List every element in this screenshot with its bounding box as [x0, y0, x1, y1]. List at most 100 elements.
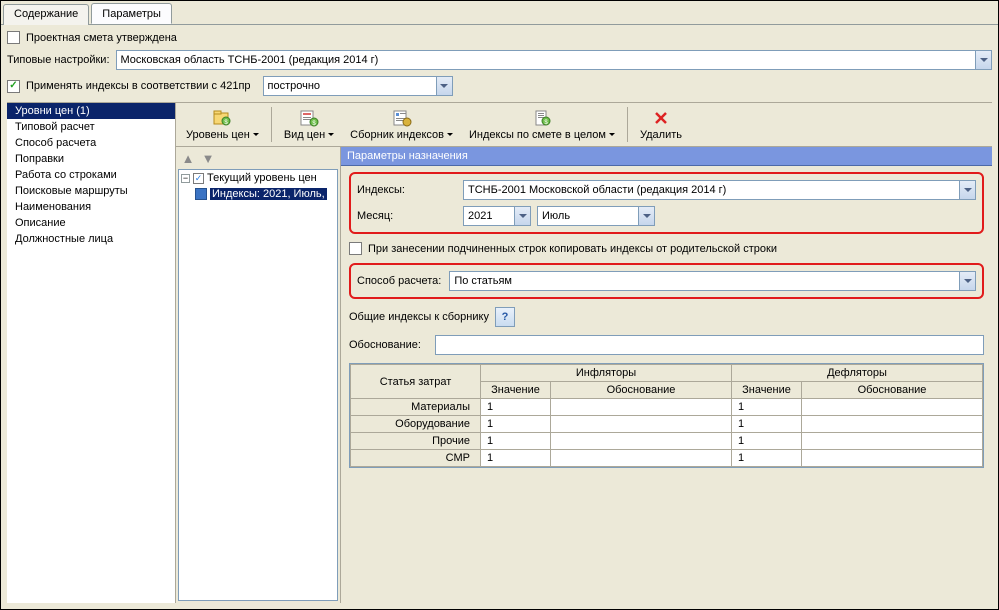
- col-infl-value[interactable]: Значение: [481, 382, 551, 399]
- toolbar-separator: [627, 107, 628, 142]
- col-defl-justif[interactable]: Обоснование: [802, 382, 983, 399]
- chevron-down-icon[interactable]: [638, 207, 654, 225]
- nav-item-officials[interactable]: Должностные лица: [7, 231, 175, 247]
- table-row[interactable]: Оборудование 1 1: [351, 416, 983, 433]
- collapse-icon[interactable]: −: [181, 174, 190, 183]
- row-name: Оборудование: [351, 416, 481, 433]
- nav-item-search-routes[interactable]: Поисковые маршруты: [7, 183, 175, 199]
- nav-item-calc-method[interactable]: Способ расчета: [7, 135, 175, 151]
- toolbar-indexbook-button[interactable]: Сборник индексов: [342, 103, 461, 146]
- col-inflators[interactable]: Инфляторы: [481, 365, 732, 382]
- right-pane: $ Уровень цен $ Вид цен Сборник индексов…: [176, 103, 992, 603]
- calc-method-combo[interactable]: По статьям: [449, 271, 976, 291]
- toolbar-price-level-button[interactable]: $ Уровень цен: [178, 103, 267, 146]
- tree-root-row[interactable]: − Текущий уровень цен: [179, 170, 337, 186]
- cell-defl-just[interactable]: [802, 399, 983, 416]
- copy-indexes-checkbox[interactable]: [349, 242, 362, 255]
- cell-infl-just[interactable]: [551, 416, 732, 433]
- nav-item-rowwork[interactable]: Работа со строками: [7, 167, 175, 183]
- indexes-value: ТСНБ-2001 Московской области (редакция 2…: [468, 184, 959, 196]
- cell-infl-val[interactable]: 1: [481, 433, 551, 450]
- cell-infl-just[interactable]: [551, 433, 732, 450]
- cell-infl-just[interactable]: [551, 450, 732, 467]
- highlight-box-calc-method: Способ расчета: По статьям: [349, 263, 984, 299]
- table-row[interactable]: Прочие 1 1: [351, 433, 983, 450]
- cell-infl-val[interactable]: 1: [481, 416, 551, 433]
- indexes-grid[interactable]: Статья затрат Инфляторы Дефляторы Значен…: [350, 364, 983, 467]
- cell-defl-val[interactable]: 1: [732, 433, 802, 450]
- toolbar-viewtype-button[interactable]: $ Вид цен: [276, 103, 342, 146]
- calc-method-value: По статьям: [454, 275, 959, 287]
- copy-indexes-label: При занесении подчиненных строк копирова…: [368, 243, 777, 255]
- cell-defl-just[interactable]: [802, 416, 983, 433]
- nav-item-typical-calc[interactable]: Типовой расчет: [7, 119, 175, 135]
- help-button[interactable]: ?: [495, 307, 515, 327]
- typical-settings-label: Типовые настройки:: [7, 54, 110, 66]
- cell-defl-just[interactable]: [802, 450, 983, 467]
- col-cost-item[interactable]: Статья затрат: [351, 365, 481, 399]
- typical-settings-value: Московская область ТСНБ-2001 (редакция 2…: [121, 54, 975, 66]
- approved-checkbox[interactable]: [7, 31, 20, 44]
- chevron-down-icon[interactable]: [975, 51, 991, 69]
- tree-root-label: Текущий уровень цен: [207, 172, 317, 184]
- nav-item-price-levels[interactable]: Уровни цен (1): [7, 103, 175, 119]
- toolbar-indexbook-label: Сборник индексов: [350, 129, 444, 141]
- justification-field[interactable]: [435, 335, 984, 355]
- month-value: Июль: [542, 210, 638, 222]
- cell-infl-val[interactable]: 1: [481, 399, 551, 416]
- row-name: Материалы: [351, 399, 481, 416]
- chevron-down-icon: [609, 133, 615, 139]
- toolbar-delete-button[interactable]: Удалить: [632, 103, 690, 146]
- year-value: 2021: [468, 210, 514, 222]
- row-name: СМР: [351, 450, 481, 467]
- params-body: Индексы: ТСНБ-2001 Московской области (р…: [341, 166, 992, 603]
- year-combo[interactable]: 2021: [463, 206, 531, 226]
- delete-icon: [651, 109, 671, 127]
- chevron-down-icon[interactable]: [959, 272, 975, 290]
- cell-defl-val[interactable]: 1: [732, 416, 802, 433]
- month-combo[interactable]: Июль: [537, 206, 655, 226]
- table-row[interactable]: СМР 1 1: [351, 450, 983, 467]
- apply-mode-value: построчно: [268, 80, 436, 92]
- chevron-down-icon: [328, 133, 334, 139]
- approved-label: Проектная смета утверждена: [26, 32, 177, 44]
- chevron-down-icon[interactable]: [959, 181, 975, 199]
- nav-item-corrections[interactable]: Поправки: [7, 151, 175, 167]
- col-infl-justif[interactable]: Обоснование: [551, 382, 732, 399]
- chevron-down-icon[interactable]: [436, 77, 452, 95]
- tab-content[interactable]: Содержание: [3, 4, 89, 25]
- cell-infl-just[interactable]: [551, 399, 732, 416]
- table-row[interactable]: Материалы 1 1: [351, 399, 983, 416]
- params-header: Параметры назначения: [341, 147, 992, 166]
- highlight-box-indexes: Индексы: ТСНБ-2001 Московской области (р…: [349, 172, 984, 234]
- tab-parameters[interactable]: Параметры: [91, 3, 172, 24]
- tree-child-row[interactable]: Индексы: 2021, Июль,: [179, 186, 337, 202]
- cell-defl-just[interactable]: [802, 433, 983, 450]
- apply-mode-combo[interactable]: построчно: [263, 76, 453, 96]
- calc-method-label: Способ расчета:: [357, 275, 441, 287]
- nav-item-description[interactable]: Описание: [7, 215, 175, 231]
- main-split: Уровни цен (1) Типовой расчет Способ рас…: [7, 102, 992, 603]
- cell-defl-val[interactable]: 1: [732, 450, 802, 467]
- typical-settings-combo[interactable]: Московская область ТСНБ-2001 (редакция 2…: [116, 50, 992, 70]
- arrow-down-icon[interactable]: ▼: [200, 150, 216, 166]
- tree-nav-arrows: ▲ ▼: [176, 147, 340, 169]
- tree-node-check[interactable]: [193, 173, 204, 184]
- top-tabbar: Содержание Параметры: [1, 1, 998, 25]
- cell-infl-val[interactable]: 1: [481, 450, 551, 467]
- chevron-down-icon: [253, 133, 259, 139]
- col-deflators[interactable]: Дефляторы: [732, 365, 983, 382]
- nav-item-names[interactable]: Наименования: [7, 199, 175, 215]
- arrow-up-icon[interactable]: ▲: [180, 150, 196, 166]
- toolbar-estimate-indexes-button[interactable]: $ Индексы по смете в целом: [461, 103, 623, 146]
- indexes-label: Индексы:: [357, 184, 457, 196]
- row-name: Прочие: [351, 433, 481, 450]
- cell-defl-val[interactable]: 1: [732, 399, 802, 416]
- view-prices-icon: $: [299, 109, 319, 127]
- chevron-down-icon[interactable]: [514, 207, 530, 225]
- col-defl-value[interactable]: Значение: [732, 382, 802, 399]
- apply-indexes-checkbox[interactable]: [7, 80, 20, 93]
- indexes-combo[interactable]: ТСНБ-2001 Московской области (редакция 2…: [463, 180, 976, 200]
- price-level-tree[interactable]: − Текущий уровень цен Индексы: 2021, Июл…: [178, 169, 338, 601]
- index-node-icon: [195, 188, 207, 200]
